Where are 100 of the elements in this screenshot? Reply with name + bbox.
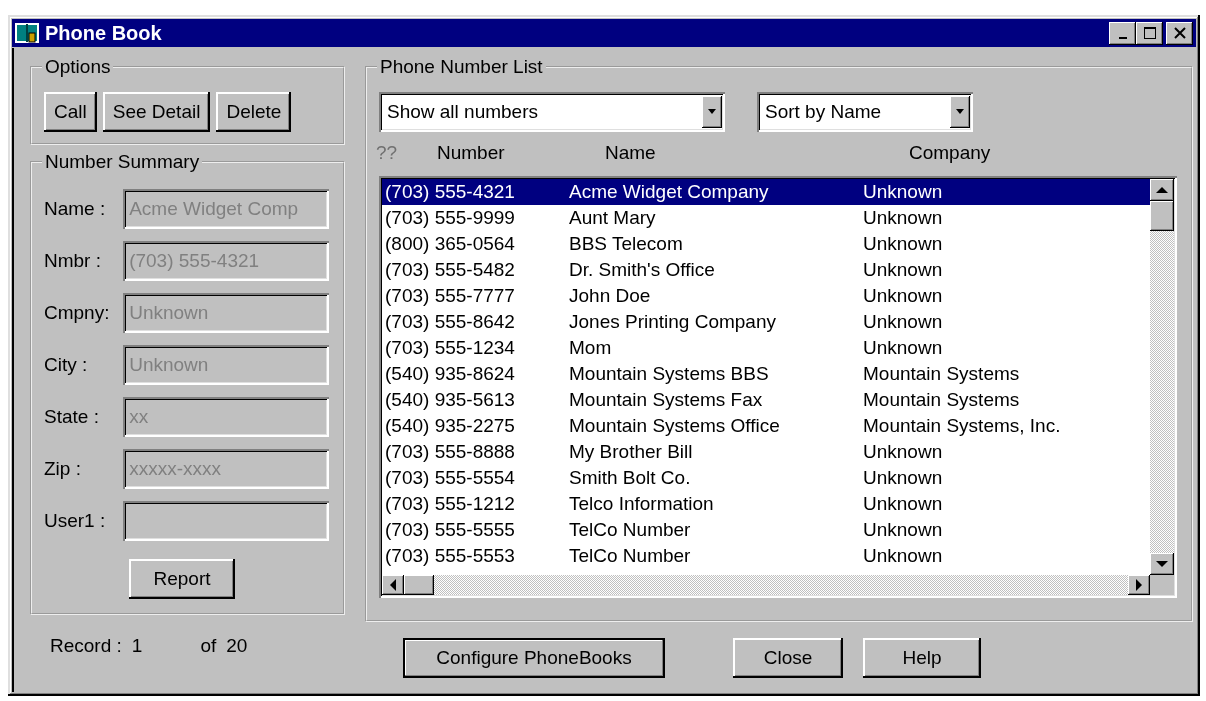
list-cell-text: Unknown xyxy=(863,206,944,230)
window-title: Phone Book xyxy=(45,21,163,45)
field-label: State : xyxy=(44,406,100,428)
caret-icon xyxy=(955,109,965,115)
minimize-icon xyxy=(1118,36,1127,39)
list-cell-text: (800) 365-0564 xyxy=(384,232,516,256)
arrow-right-icon xyxy=(1136,579,1142,591)
list-cell-text: (703) 555-5553 xyxy=(384,544,516,568)
report-button[interactable]: Report xyxy=(129,559,235,599)
scroll-thumb[interactable] xyxy=(1150,201,1174,231)
list-cell-text: Telco Information xyxy=(569,492,715,516)
configure-button[interactable]: Configure PhoneBooks xyxy=(403,638,665,678)
list-cell-text: TelCo Number xyxy=(569,518,692,542)
list-cell-text: Unknown xyxy=(863,232,944,256)
list-cell-text: (703) 555-8888 xyxy=(384,440,516,464)
list-row[interactable]: (703) 555-8888 My Brother Bill Unknown xyxy=(382,439,1150,465)
option-button[interactable]: See Detail xyxy=(102,92,211,132)
list-cell-text: (703) 555-1212 xyxy=(384,492,516,516)
close-button[interactable]: Close xyxy=(733,638,843,678)
list-row[interactable]: (703) 555-5553 TelCo Number Unknown xyxy=(382,543,1150,569)
scroll-thumb[interactable] xyxy=(404,575,434,595)
list-row[interactable]: (703) 555-9999 Aunt Mary Unknown xyxy=(382,205,1150,231)
list-cell-text: Mountain Systems xyxy=(863,362,1021,386)
scroll-right-button[interactable] xyxy=(1128,575,1150,595)
list-cell-text: My Brother Bill xyxy=(569,440,694,464)
list-cell-text: (703) 555-5554 xyxy=(384,466,516,490)
list-cell-text: Mountain Systems xyxy=(863,388,1021,412)
arrow-left-icon xyxy=(390,579,396,591)
list-row[interactable]: (540) 935-2275 Mountain Systems Office Mountain Systems, Inc. xyxy=(382,413,1150,439)
dropdown-value: Sort by Name xyxy=(765,101,883,123)
list-cell-text: (540) 935-2275 xyxy=(384,414,516,438)
dropdown[interactable]: Sort by Name xyxy=(757,92,973,132)
minimize-button[interactable] xyxy=(1109,21,1136,45)
vertical-scrollbar[interactable] xyxy=(1150,179,1174,575)
field-value: Unknown xyxy=(129,302,209,324)
maximize-button[interactable] xyxy=(1136,21,1163,45)
list-row[interactable]: (703) 555-8642 Jones Printing Company Unknown xyxy=(382,309,1150,335)
list-cell-text: Unknown xyxy=(863,492,944,516)
list-row[interactable]: (540) 935-8624 Mountain Systems BBS Mountain Systems xyxy=(382,361,1150,387)
option-button[interactable]: Delete xyxy=(216,92,292,132)
list-cell-text: Unknown xyxy=(863,518,944,542)
horizontal-scrollbar[interactable] xyxy=(382,575,1150,595)
list-cell-text: Acme Widget Company xyxy=(569,180,770,204)
list-cell-text: Dr. Smith's Office xyxy=(569,258,716,282)
field-label: Name : xyxy=(44,198,107,220)
arrow-up-icon xyxy=(1156,187,1168,193)
close-icon xyxy=(1172,26,1187,40)
column-header: Number xyxy=(437,142,505,164)
list-cell-text: Unknown xyxy=(863,440,944,464)
field-label: Nmbr : xyxy=(44,250,102,272)
list-cell-text: Mom xyxy=(569,336,613,360)
caret-icon xyxy=(707,109,717,115)
option-button[interactable]: Call xyxy=(44,92,97,132)
record-label: Record : xyxy=(50,635,122,657)
arrow-down-icon xyxy=(1156,561,1168,567)
field-value: Unknown xyxy=(129,354,209,376)
list-row[interactable]: (703) 555-1234 Mom Unknown xyxy=(382,335,1150,361)
scrollbar-corner xyxy=(1150,575,1174,595)
close-window-button[interactable] xyxy=(1166,21,1193,45)
list-row[interactable]: (703) 555-7777 John Doe Unknown xyxy=(382,283,1150,309)
list-cell-text: (703) 555-7777 xyxy=(384,284,516,308)
maximize-icon xyxy=(1142,26,1157,40)
list-cell-text: Mountain Systems, Inc. xyxy=(863,414,1062,438)
field-label: Cmpny: xyxy=(44,302,111,324)
list-row[interactable]: (703) 555-5554 Smith Bolt Co. Unknown xyxy=(382,465,1150,491)
of-label: of xyxy=(200,635,217,657)
help-button[interactable]: Help xyxy=(863,638,981,678)
scroll-down-button[interactable] xyxy=(1150,553,1174,575)
field-label: User1 : xyxy=(44,510,107,532)
column-header: Name xyxy=(605,142,656,164)
list-row[interactable]: (703) 555-5555 TelCo Number Unknown xyxy=(382,517,1150,543)
list-cell-text: Mountain Systems Fax xyxy=(569,388,764,412)
list-row[interactable]: (800) 365-0564 BBS Telecom Unknown xyxy=(382,231,1150,257)
list-cell-text: (703) 555-8642 xyxy=(384,310,516,334)
list-cell-text: Aunt Mary xyxy=(569,206,657,230)
list-cell-text: Smith Bolt Co. xyxy=(569,466,692,490)
field-value: (703) 555-4321 xyxy=(129,250,260,272)
scroll-left-button[interactable] xyxy=(382,575,404,595)
scroll-up-button[interactable] xyxy=(1150,179,1174,201)
list-cell-text: Jones Printing Company xyxy=(569,310,777,334)
list-row[interactable]: (703) 555-4321 Acme Widget Company Unknown xyxy=(382,179,1150,205)
field-value: xx xyxy=(129,406,149,428)
list-cell-text: (703) 555-1234 xyxy=(384,336,516,360)
list-cell-text: Unknown xyxy=(863,336,944,360)
list-cell-text: (703) 555-5555 xyxy=(384,518,516,542)
list-row[interactable]: (540) 935-5613 Mountain Systems Fax Mountain Systems xyxy=(382,387,1150,413)
list-cell-text: Mountain Systems BBS xyxy=(569,362,770,386)
list-cell-text: John Doe xyxy=(569,284,652,308)
list-row[interactable]: (703) 555-5482 Dr. Smith's Office Unknown xyxy=(382,257,1150,283)
list-cell-text: (703) 555-4321 xyxy=(384,180,516,204)
dropdown[interactable]: Show all numbers xyxy=(379,92,725,132)
phone-book-icon xyxy=(15,22,39,44)
list-cell-text: Mountain Systems Office xyxy=(569,414,781,438)
field-label: Zip : xyxy=(44,458,82,480)
list-cell-text: Unknown xyxy=(863,466,944,490)
list-cell-text: (540) 935-8624 xyxy=(384,362,516,386)
list-row[interactable]: (703) 555-1212 Telco Information Unknown xyxy=(382,491,1150,517)
list-cell-text: Unknown xyxy=(863,180,944,204)
column-header: Company xyxy=(909,142,991,164)
list-cell-text: Unknown xyxy=(863,284,944,308)
